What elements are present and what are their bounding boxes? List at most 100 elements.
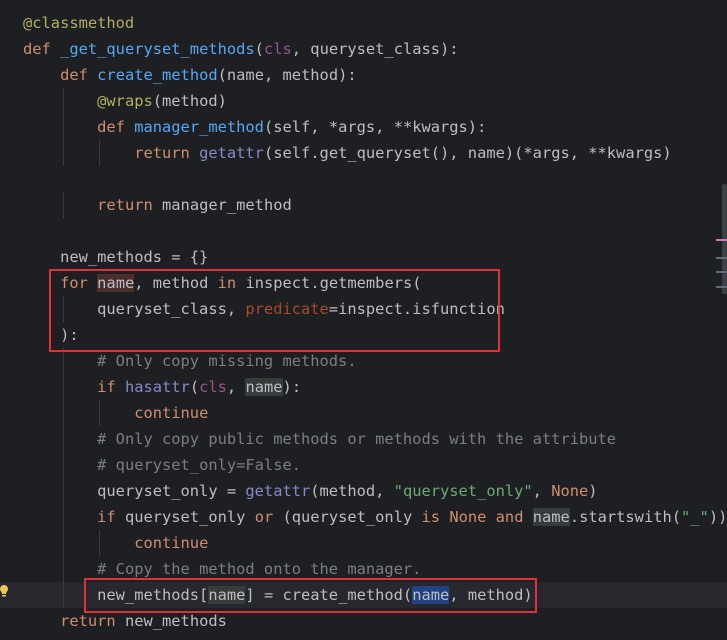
code-text: @wraps(method) bbox=[23, 88, 227, 114]
code-token: def bbox=[97, 118, 135, 136]
code-token: None bbox=[449, 508, 496, 526]
code-token: queryset_only = bbox=[23, 482, 246, 500]
code-line[interactable]: # queryset_only=False. bbox=[0, 452, 727, 478]
error-stripe-marker[interactable] bbox=[716, 286, 727, 288]
code-token: hasattr bbox=[124, 378, 190, 396]
code-token: ( bbox=[189, 378, 200, 396]
code-line[interactable]: return getattr(self.get_queryset(), name… bbox=[0, 140, 727, 166]
error-stripe-marker[interactable] bbox=[716, 257, 727, 259]
code-token: return bbox=[60, 612, 125, 630]
code-text: @classmethod bbox=[23, 10, 134, 36]
code-token: new_methods = {} bbox=[23, 248, 209, 266]
code-line[interactable]: def create_method(name, method): bbox=[0, 62, 727, 88]
code-token: (queryset_only bbox=[282, 508, 422, 526]
code-token: if bbox=[97, 508, 125, 526]
code-text: new_methods = {} bbox=[23, 244, 208, 270]
code-token: name bbox=[245, 378, 283, 396]
code-token: cls bbox=[199, 378, 227, 396]
code-token: # Only copy public methods or methods wi… bbox=[97, 430, 617, 448]
code-token: def bbox=[60, 66, 98, 84]
code-token: (self.get_queryset(), name)(*args, **kwa… bbox=[263, 144, 672, 162]
code-token: (method) bbox=[152, 92, 227, 110]
code-text: def manager_method(self, *args, **kwargs… bbox=[23, 114, 486, 140]
code-token: return bbox=[97, 196, 163, 214]
code-line[interactable]: @wraps(method) bbox=[0, 88, 727, 114]
code-line[interactable]: queryset_only = getattr(method, "queryse… bbox=[0, 478, 727, 504]
code-token: , bbox=[532, 482, 552, 500]
code-token: , queryset_class): bbox=[291, 40, 459, 58]
vertical-scrollbar[interactable] bbox=[715, 0, 727, 640]
code-token: ) bbox=[588, 482, 598, 500]
code-token: .startswith( bbox=[569, 508, 682, 526]
code-line[interactable]: if queryset_only or (queryset_only is No… bbox=[0, 504, 727, 530]
code-text: queryset_only = getattr(method, "queryse… bbox=[23, 478, 598, 504]
code-line[interactable] bbox=[0, 218, 727, 244]
code-token: create_method bbox=[97, 66, 218, 84]
code-token: ( bbox=[254, 40, 264, 58]
code-token: (self, *args, **kwargs): bbox=[263, 118, 487, 136]
code-line[interactable]: return manager_method bbox=[0, 192, 727, 218]
code-token: cls bbox=[263, 40, 292, 58]
code-token: if bbox=[97, 378, 125, 396]
code-line[interactable]: new_methods = {} bbox=[0, 244, 727, 270]
code-line[interactable]: # Only copy public methods or methods wi… bbox=[0, 426, 727, 452]
code-text: # Only copy public methods or methods wi… bbox=[23, 426, 616, 452]
code-token: is bbox=[421, 508, 450, 526]
code-token: new_methods bbox=[124, 612, 227, 630]
code-token: def bbox=[23, 40, 61, 58]
error-stripe-marker[interactable] bbox=[716, 239, 727, 241]
code-token: (name, method): bbox=[217, 66, 357, 84]
code-token: , bbox=[226, 378, 246, 396]
code-line[interactable]: if hasattr(cls, name): bbox=[0, 374, 727, 400]
code-token: queryset_only bbox=[124, 508, 255, 526]
code-text: if queryset_only or (queryset_only is No… bbox=[23, 504, 727, 530]
code-line[interactable]: def _get_queryset_methods(cls, queryset_… bbox=[0, 36, 727, 62]
code-text: return getattr(self.get_queryset(), name… bbox=[23, 140, 672, 166]
code-text: return manager_method bbox=[23, 192, 292, 218]
code-line[interactable]: continue bbox=[0, 400, 727, 426]
code-token: getattr bbox=[245, 482, 311, 500]
code-token: or bbox=[254, 508, 283, 526]
code-token: continue bbox=[134, 534, 209, 552]
code-token: _get_queryset_methods bbox=[60, 40, 255, 58]
for-loop-header-box bbox=[49, 269, 500, 352]
code-token: @wraps bbox=[97, 92, 153, 110]
error-stripe-marker[interactable] bbox=[716, 271, 727, 273]
code-line[interactable] bbox=[0, 166, 727, 192]
code-line[interactable]: continue bbox=[0, 530, 727, 556]
code-token: return bbox=[134, 144, 200, 162]
code-text: def _get_queryset_methods(cls, queryset_… bbox=[23, 36, 459, 62]
code-token: getattr bbox=[199, 144, 264, 162]
code-token: # Copy the method onto the manager. bbox=[97, 560, 422, 578]
lightbulb-icon[interactable] bbox=[0, 585, 9, 598]
code-token: ): bbox=[282, 378, 302, 396]
code-text: continue bbox=[23, 400, 208, 426]
code-token: # Only copy missing methods. bbox=[97, 352, 357, 370]
code-text: continue bbox=[23, 530, 208, 556]
code-line[interactable]: def manager_method(self, *args, **kwargs… bbox=[0, 114, 727, 140]
code-token: "queryset_only" bbox=[393, 482, 533, 500]
code-token: name bbox=[532, 508, 570, 526]
code-line[interactable]: @classmethod bbox=[0, 10, 727, 36]
code-token: and bbox=[495, 508, 533, 526]
code-token: continue bbox=[134, 404, 209, 422]
new-methods-assignment-box bbox=[84, 578, 537, 613]
code-text: def create_method(name, method): bbox=[23, 62, 357, 88]
code-token: None bbox=[551, 482, 589, 500]
code-token: (method, bbox=[310, 482, 394, 500]
code-token: manager_method bbox=[134, 118, 264, 136]
